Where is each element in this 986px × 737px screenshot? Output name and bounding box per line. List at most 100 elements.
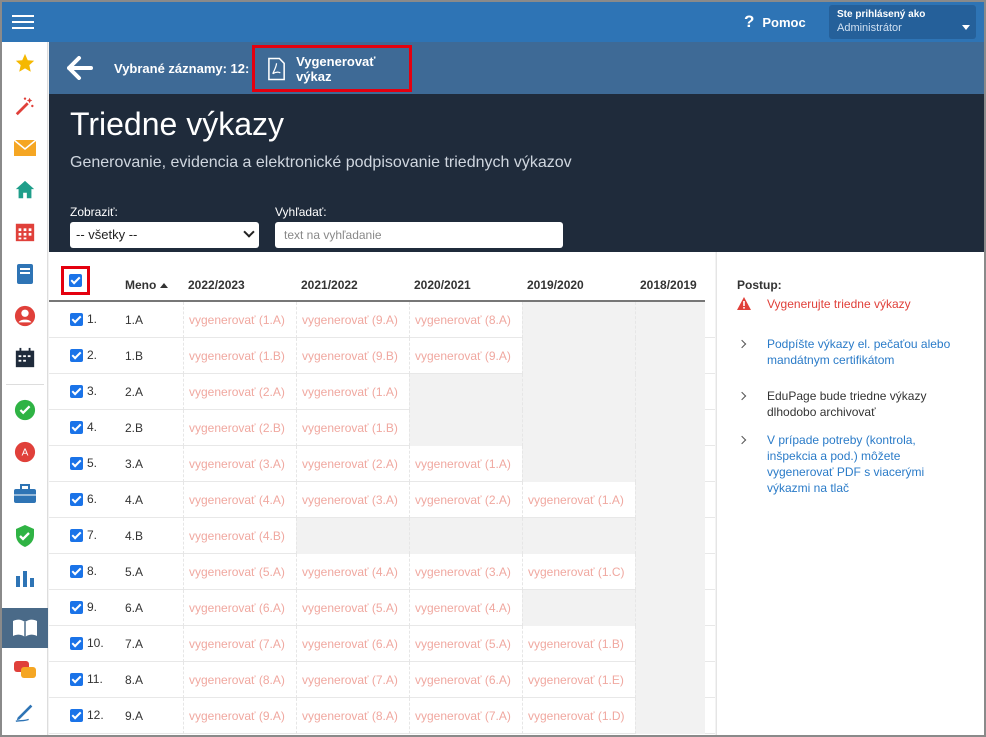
generate-link[interactable]: vygenerovať (8.A) [296,698,409,734]
generate-link[interactable]: vygenerovať (1.C) [522,554,635,590]
procedure-step-text: Podpíšte výkazy el. pečaťou alebo mandát… [767,337,951,367]
star-icon[interactable] [9,47,41,79]
generate-link[interactable]: vygenerovať (1.E) [522,662,635,698]
row-checkbox[interactable] [70,493,83,506]
generate-link[interactable]: vygenerovať (6.A) [296,626,409,662]
empty-cell [635,698,705,734]
generate-link[interactable]: vygenerovať (2.A) [409,482,522,518]
generate-link[interactable]: vygenerovať (7.A) [296,662,409,698]
generate-link[interactable]: vygenerovať (1.A) [296,374,409,410]
sidebar: A [2,42,48,735]
class-name: 9.A [125,709,144,723]
empty-cell [635,446,705,482]
generate-link[interactable]: vygenerovať (7.A) [183,626,296,662]
row-number: 5. [87,456,98,470]
generate-link[interactable]: vygenerovať (7.A) [409,698,522,734]
empty-cell [409,410,522,446]
menu-icon[interactable] [12,11,34,31]
show-select[interactable]: -- všetky -- [70,222,259,248]
row-checkbox[interactable] [70,385,83,398]
user-icon[interactable] [9,300,41,332]
generate-link[interactable]: vygenerovať (1.B) [522,626,635,662]
empty-cell [635,590,705,626]
pen-icon[interactable] [9,696,41,728]
search-input[interactable] [275,222,563,248]
empty-cell [635,374,705,410]
generate-link[interactable]: vygenerovať (4.A) [409,590,522,626]
row-checkbox[interactable] [70,529,83,542]
generate-link[interactable]: vygenerovať (6.A) [183,590,296,626]
generate-link[interactable]: vygenerovať (3.A) [183,446,296,482]
column-header-2019: 2019/2020 [527,278,584,292]
generate-link[interactable]: vygenerovať (1.B) [183,338,296,374]
generate-link[interactable]: vygenerovať (3.A) [409,554,522,590]
caret-down-icon [962,25,970,30]
row-checkbox[interactable] [70,673,83,686]
generate-link[interactable]: vygenerovať (1.A) [409,446,522,482]
procedure-step-text: EduPage bude triedne výkazy dlhodobo arc… [767,389,927,419]
generate-link[interactable]: vygenerovať (8.A) [409,302,522,338]
row-checkbox[interactable] [70,709,83,722]
shield-icon[interactable] [9,520,41,552]
grade-icon[interactable]: A [9,436,41,468]
row-checkbox[interactable] [70,601,83,614]
user-menu[interactable]: Ste prihlásený ako Administrátor [829,5,976,39]
check-icon[interactable] [9,394,41,426]
select-all-checkbox[interactable] [69,274,82,287]
generate-link[interactable]: vygenerovať (5.A) [296,590,409,626]
generate-link[interactable]: vygenerovať (9.B) [296,338,409,374]
help-link[interactable]: ? Pomoc [744,11,806,33]
empty-cell [522,410,635,446]
class-name: 8.A [125,673,144,687]
empty-cell [635,482,705,518]
empty-cell [522,446,635,482]
generate-link[interactable]: vygenerovať (9.A) [296,302,409,338]
class-name: 2.A [125,385,144,399]
generate-link[interactable]: vygenerovať (5.A) [409,626,522,662]
generate-link[interactable]: vygenerovať (8.A) [183,662,296,698]
generate-link[interactable]: vygenerovať (4.A) [296,554,409,590]
home-icon[interactable] [9,174,41,206]
row-number: 3. [87,384,98,398]
generate-link[interactable]: vygenerovať (1.A) [522,482,635,518]
generate-link[interactable]: vygenerovať (9.A) [409,338,522,374]
page-header: Triedne výkazy Generovanie, evidencia a … [49,94,984,252]
book-icon[interactable] [9,612,41,644]
notebook-icon[interactable] [9,258,41,290]
row-checkbox[interactable] [70,457,83,470]
generate-report-button[interactable]: Vygenerovať výkaz [252,45,412,92]
row-checkbox[interactable] [70,421,83,434]
generate-link[interactable]: vygenerovať (1.B) [296,410,409,446]
mail-icon[interactable] [9,132,41,164]
generate-link[interactable]: vygenerovať (4.A) [183,482,296,518]
chart-icon[interactable] [9,562,41,594]
generate-link[interactable]: vygenerovať (2.B) [183,410,296,446]
show-select-value: -- všetky -- [76,227,138,242]
generate-link[interactable]: vygenerovať (9.A) [183,698,296,734]
row-number: 6. [87,492,98,506]
row-checkbox[interactable] [70,565,83,578]
calendar-icon[interactable] [9,216,41,248]
sort-asc-icon [160,283,169,289]
class-name: 4.B [125,529,144,543]
chat-icon[interactable] [9,654,41,686]
generate-link[interactable]: vygenerovať (1.D) [522,698,635,734]
generate-link[interactable]: vygenerovať (5.A) [183,554,296,590]
column-header-name[interactable]: Meno [125,278,169,292]
magic-wand-icon[interactable] [9,90,41,122]
generate-link[interactable]: vygenerovať (6.A) [409,662,522,698]
timetable-icon[interactable] [9,342,41,374]
table-row: 10. 7.A vygenerovať (7.A) vygenerovať (6.A)… [49,626,715,662]
generate-link[interactable]: vygenerovať (4.B) [183,518,296,554]
generate-link[interactable]: vygenerovať (2.A) [183,374,296,410]
row-checkbox[interactable] [70,637,83,650]
table-row: 3. 2.A vygenerovať (2.A) vygenerovať (1.A) [49,374,715,410]
generate-link[interactable]: vygenerovať (1.A) [183,302,296,338]
row-checkbox[interactable] [70,349,83,362]
search-label: Vyhľadať: [275,205,327,219]
generate-link[interactable]: vygenerovať (2.A) [296,446,409,482]
briefcase-icon[interactable] [9,478,41,510]
row-checkbox[interactable] [70,313,83,326]
back-arrow-icon[interactable] [67,56,93,80]
generate-link[interactable]: vygenerovať (3.A) [296,482,409,518]
